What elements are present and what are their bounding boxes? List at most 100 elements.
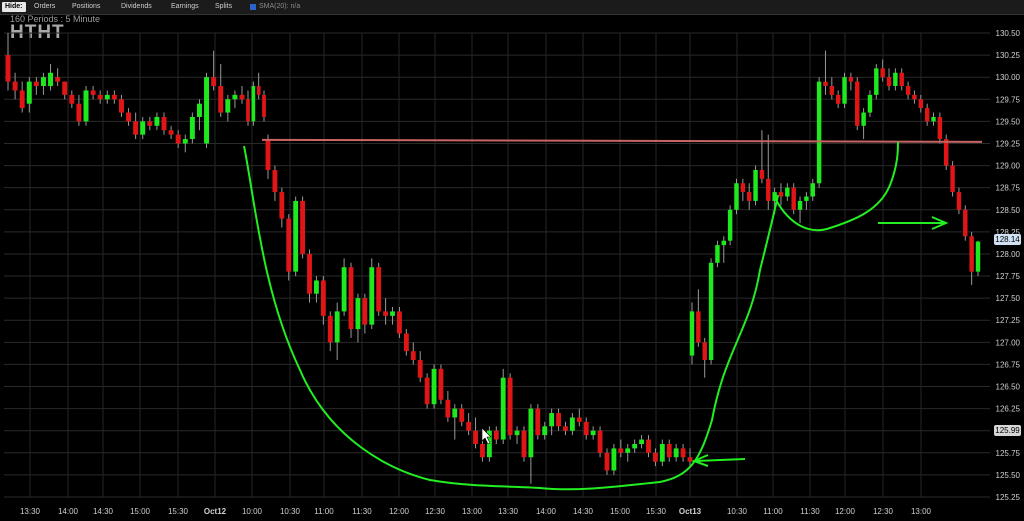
candle-down xyxy=(12,81,18,91)
x-tick-label: 10:00 xyxy=(242,507,263,516)
y-tick-label: 127.50 xyxy=(996,294,1021,303)
candle-down xyxy=(376,267,382,312)
candle-down xyxy=(829,86,835,95)
candle-up xyxy=(355,298,361,330)
y-tick-label: 128.00 xyxy=(996,250,1021,259)
candle-up xyxy=(842,77,847,104)
candle-down xyxy=(521,430,527,458)
candle-up xyxy=(673,448,679,458)
x-tick-label: 14:30 xyxy=(573,507,594,516)
candle-up xyxy=(154,116,160,126)
candle-up xyxy=(334,311,340,343)
y-tick-label: 130.25 xyxy=(996,51,1021,60)
candle-down xyxy=(410,351,416,361)
candle-up xyxy=(500,377,506,440)
candle-up xyxy=(189,116,195,140)
candle-down xyxy=(618,448,624,453)
y-tick-label: 126.50 xyxy=(996,383,1021,392)
candle-up xyxy=(225,99,231,113)
y-tick-label: 128.75 xyxy=(996,184,1021,193)
candle-up xyxy=(232,94,238,100)
candle-down xyxy=(126,112,132,122)
y-tick-label: 125.75 xyxy=(996,449,1021,458)
candle-down xyxy=(950,165,955,193)
candle-down xyxy=(905,86,911,95)
candle-down xyxy=(265,139,271,170)
candle-up xyxy=(893,72,898,87)
candle-up xyxy=(26,81,32,104)
candle-up xyxy=(341,267,347,312)
y-tick-label: 126.25 xyxy=(996,405,1021,414)
x-tick-label: 14:00 xyxy=(58,507,79,516)
candle-down xyxy=(424,377,430,405)
chart-grid xyxy=(4,32,990,498)
candle-up xyxy=(625,448,631,453)
candle-down xyxy=(791,187,796,210)
candle-up xyxy=(528,408,534,458)
candle-down xyxy=(459,408,465,422)
candle-down xyxy=(766,178,771,201)
candle-down xyxy=(535,408,541,436)
candle-up xyxy=(390,311,395,316)
candle-down xyxy=(855,81,860,126)
candle-down xyxy=(646,439,651,453)
candle-down xyxy=(307,253,312,294)
candle-down xyxy=(963,209,968,237)
arrow-right xyxy=(878,216,949,230)
y-tick-label: 127.75 xyxy=(996,272,1021,281)
candle-down xyxy=(246,99,250,122)
candle-down xyxy=(111,94,117,100)
candle-down xyxy=(417,360,423,378)
candle-up xyxy=(639,439,644,444)
candle-down xyxy=(576,417,582,422)
candles-layer xyxy=(5,33,981,484)
candle-up xyxy=(40,77,46,87)
candle-down xyxy=(256,86,261,95)
candle-down xyxy=(327,315,333,343)
candle-down xyxy=(886,77,892,87)
x-tick-label: 15:30 xyxy=(646,507,667,516)
candle-up xyxy=(715,245,720,263)
candle-down xyxy=(604,452,610,471)
price-chart[interactable]: 130.50 130.25 130.00 129.75 129.50 129.25 129.… xyxy=(0,0,1024,521)
candle-down xyxy=(438,368,444,400)
x-tick-label: 13:00 xyxy=(911,507,932,516)
x-tick-label: 12:30 xyxy=(873,507,894,516)
candle-down xyxy=(556,413,561,427)
candle-up xyxy=(549,413,555,427)
candle-down xyxy=(90,90,96,95)
candle-down xyxy=(279,192,285,219)
candle-down xyxy=(76,103,82,122)
candle-down xyxy=(563,426,568,431)
last-price-badge: 128.14 xyxy=(994,234,1021,245)
candle-down xyxy=(348,267,354,330)
candle-down xyxy=(262,94,266,117)
candle-up xyxy=(590,430,596,436)
x-tick-label: 14:00 xyxy=(536,507,557,516)
candle-up xyxy=(48,72,54,87)
candle-up xyxy=(611,448,617,471)
x-tick-label: Oct13 xyxy=(679,507,702,516)
x-tick-label: Oct12 xyxy=(204,507,227,516)
x-tick-label: 15:00 xyxy=(610,507,631,516)
candle-up xyxy=(196,103,202,117)
x-axis: 13:30 14:00 14:30 15:00 15:30 Oct12 10:00 10:30… xyxy=(20,507,932,516)
candle-up xyxy=(975,241,981,272)
candle-down xyxy=(480,443,485,458)
candle-down xyxy=(286,218,292,272)
candle-up xyxy=(816,81,822,184)
y-tick-label: 127.00 xyxy=(996,338,1021,347)
candle-down xyxy=(62,81,68,95)
candle-down xyxy=(5,55,11,82)
annotations-layer xyxy=(243,138,983,491)
y-tick-label: 129.50 xyxy=(996,117,1021,126)
candle-down xyxy=(218,86,224,113)
candle-up xyxy=(785,187,790,197)
x-tick-label: 13:00 xyxy=(462,507,483,516)
candle-down xyxy=(778,192,784,197)
candle-up xyxy=(204,77,210,144)
candle-up xyxy=(293,200,299,272)
candle-down xyxy=(597,430,603,453)
candle-up xyxy=(542,426,548,436)
candle-down xyxy=(507,377,513,436)
